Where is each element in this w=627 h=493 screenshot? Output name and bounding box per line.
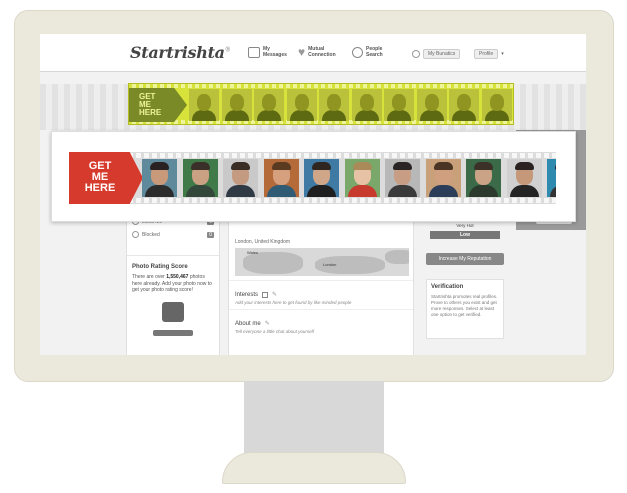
monitor-base [222,452,406,484]
reputation-current: Low [430,231,500,239]
site-header: Startrishta® My Messages ♥ Mutual Connec… [40,34,586,72]
profile-photo[interactable] [344,159,380,197]
count-badge: 0 [207,231,214,238]
interests-hint: Add your interests here to get found by … [235,300,352,305]
photo-film-strip: GET ME HERE [69,152,556,204]
verification-title: Verification [431,284,464,290]
about-title: About me [235,320,261,327]
film-perforation [69,153,556,158]
profile-photo[interactable] [416,89,447,121]
get-me-here-popup[interactable]: GET ME HERE [51,131,576,222]
film-perforation [129,84,513,88]
interests-checkbox[interactable] [262,291,269,298]
messages-icon [248,46,260,58]
location-map[interactable]: Wales London [235,248,409,276]
map-label: Wales [247,250,258,255]
profile-photo[interactable] [189,89,219,121]
verification-body: Startrishta promotes real profiles. Prov… [431,294,498,317]
photo-rating-text: There are over 1,550,467 photos here alr… [127,274,219,294]
reputation-level: Very Hot [430,222,500,229]
profile-photo[interactable] [304,159,339,197]
profile-photo[interactable] [351,89,382,121]
map-land [243,252,303,274]
profile-photo[interactable] [221,89,252,121]
nav-label: People Search [366,46,383,58]
logo-mark: ® [224,46,231,54]
heart-icon: ♥ [298,44,306,59]
profile-photo[interactable] [449,89,479,121]
profile-photo[interactable] [263,159,299,197]
highlighted-get-me-here-strip[interactable]: GET ME HERE [128,83,514,125]
photo-upload-icon[interactable] [162,301,184,322]
search-icon [352,46,363,58]
profile-photo[interactable] [286,89,317,121]
profile-photo[interactable] [385,159,420,197]
profile-photo[interactable] [481,89,512,121]
profile-photo[interactable] [223,159,258,197]
increase-reputation-button[interactable]: Increase My Reputation [426,253,504,265]
profile-main: London, United Kingdom Wales London Inte… [228,214,414,355]
site-logo[interactable]: Startrishta® [130,43,231,62]
interests-section: Interests ✎ [229,280,413,300]
get-me-here-button[interactable]: GET ME HERE [69,152,143,204]
edit-icon[interactable]: ✎ [265,320,270,327]
upload-photo-button[interactable] [153,329,193,336]
get-me-here-tag: GET ME HERE [129,88,187,122]
user-menu[interactable]: My Bunatics [412,49,461,59]
edit-icon[interactable]: ✎ [272,291,277,298]
nav-mutual-connection[interactable]: ♥ Mutual Connection [298,44,336,59]
profile-photo[interactable] [547,159,556,197]
right-column: Very Hot Low Increase My Reputation Veri… [422,214,508,355]
map-land [385,250,409,264]
interests-title: Interests [235,291,259,298]
nav-people-search[interactable]: People Search [352,46,392,58]
map-label: London [323,262,337,267]
user-label: My Bunatics [423,49,461,59]
profile-photo[interactable] [142,159,177,197]
blocked-icon [132,231,139,238]
profile-photo[interactable] [384,89,414,121]
profile-menu[interactable]: Profile ▾ [474,49,504,59]
nav-my-messages[interactable]: My Messages [248,46,289,58]
photo-count: 1,550,467 [166,274,189,280]
photo-rating-title: Photo Rating Score [127,255,219,274]
verification-card: Verification Startrishta promotes real p… [426,279,504,339]
nav-label: My Messages [263,46,287,58]
film-perforation [69,198,556,203]
profile-label: Profile [474,49,499,59]
profile-photo[interactable] [506,159,542,197]
nav-label: Mutual Connection [308,46,336,58]
logo-text: Startrishta [130,43,225,62]
about-section: About me ✎ [229,309,413,329]
profile-photo[interactable] [425,159,461,197]
about-hint: Tell everyone a little chat about yourse… [235,329,314,334]
profile-photo[interactable] [319,89,349,121]
profile-photo[interactable] [254,89,284,121]
monitor-stand [244,381,384,457]
profile-photo[interactable] [466,159,501,197]
photo-rating-pre: There are over [132,274,167,280]
sidebar-item-blocked[interactable]: Blocked 0 [127,228,219,241]
profile-photo[interactable] [182,159,218,197]
chevron-down-icon: ▾ [501,51,504,57]
sidebar: Liked Me 0 Blocked 0 Photo Rating Score … [126,214,220,355]
user-icon [412,50,420,58]
sidebar-item-label: Blocked [142,231,160,238]
